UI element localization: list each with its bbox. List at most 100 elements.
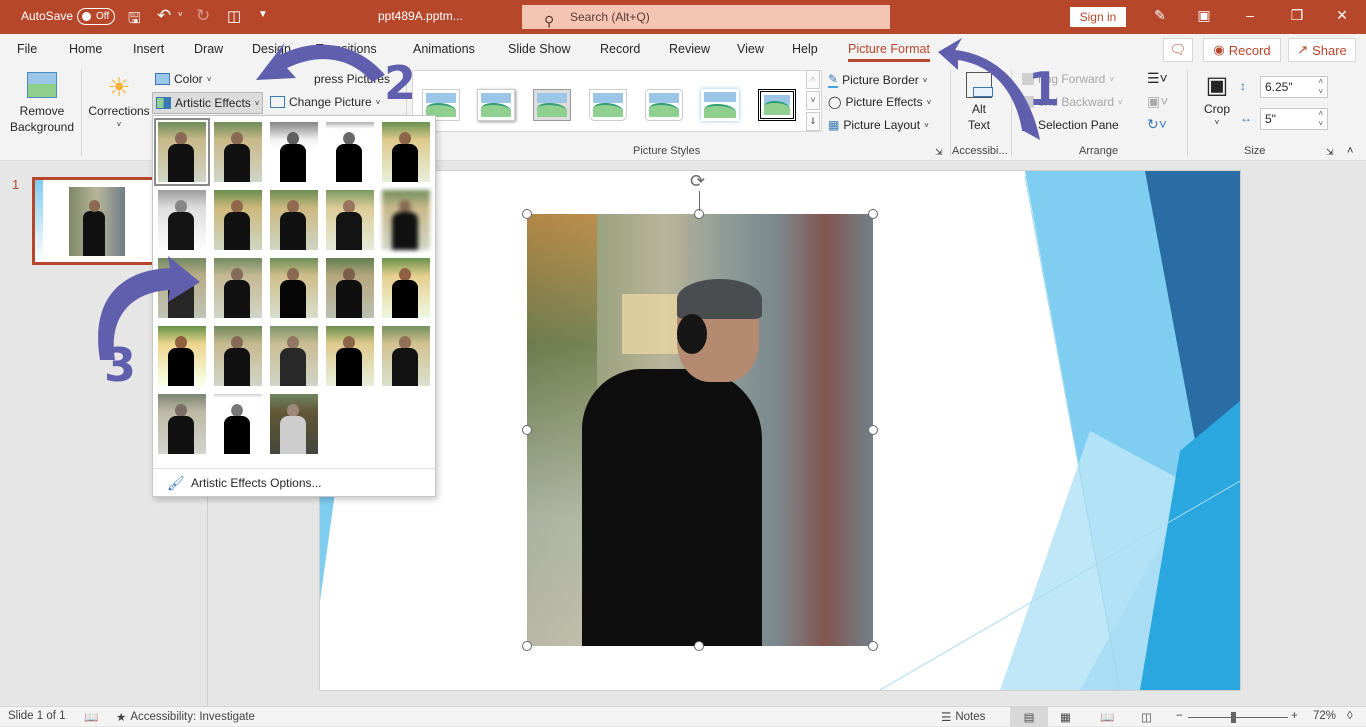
tab-review[interactable]: Review	[669, 42, 710, 56]
zoom-level[interactable]: 72%	[1313, 710, 1336, 722]
gallery-scroll-down[interactable]: ˅	[806, 91, 820, 110]
slide-sorter-icon[interactable]: ▦	[1060, 710, 1071, 724]
tab-file[interactable]: File	[17, 42, 37, 56]
resize-handle-nw[interactable]	[522, 209, 532, 219]
slide-thumbnail[interactable]	[32, 177, 158, 265]
selection-pane-button[interactable]: Selection Pane	[1022, 118, 1119, 132]
gallery-more[interactable]: ⇓	[806, 112, 820, 131]
designer-icon[interactable]: ✎	[1150, 7, 1170, 24]
tab-design[interactable]: Design	[252, 42, 291, 56]
artistic-effect-none[interactable]	[154, 118, 210, 186]
zoom-in-button[interactable]: +	[1291, 710, 1298, 722]
change-picture-button[interactable]: Change Picture ˅	[270, 95, 380, 109]
undo-dropdown-icon[interactable]: ˅	[178, 10, 183, 19]
zoom-slider-thumb[interactable]	[1231, 712, 1236, 723]
artistic-effects-button[interactable]: Artistic Effects ˅	[152, 92, 264, 114]
picture-border-button[interactable]: ✎ Picture Border ˅	[828, 72, 927, 88]
picture-effects-button[interactable]: ◯ Picture Effects ˅	[828, 95, 931, 109]
align-icon[interactable]: ☰˅	[1147, 70, 1168, 87]
tab-transitions[interactable]: Transitions	[316, 42, 377, 56]
accessibility-checker[interactable]: ★ Accessibility: Investigate	[116, 710, 255, 724]
width-spinner[interactable]: ˄ ˅	[1318, 109, 1323, 129]
picture-style-thumb[interactable]	[701, 89, 739, 121]
artistic-effect-paint-brush[interactable]	[270, 190, 318, 250]
tab-draw[interactable]: Draw	[194, 42, 223, 56]
artistic-effect-glow-edges[interactable]	[270, 394, 318, 454]
artistic-effect-pencil-grayscale[interactable]	[270, 122, 318, 182]
reading-view-icon[interactable]: 📖	[1100, 710, 1114, 724]
artistic-effect-plastic-wrap[interactable]	[382, 326, 430, 386]
resize-handle-se[interactable]	[868, 641, 878, 651]
artistic-effect-crisscross-etching[interactable]	[270, 326, 318, 386]
artistic-effect-photocopy[interactable]	[214, 394, 262, 454]
sign-in-button[interactable]: Sign in	[1070, 7, 1126, 27]
artistic-effects-options-button[interactable]: 🖌 Artistic Effects Options...	[153, 468, 435, 494]
restore-icon[interactable]: ❐	[1287, 7, 1307, 24]
artistic-effect-cutout[interactable]	[158, 394, 206, 454]
rotate-icon[interactable]: ↻˅	[1147, 116, 1167, 133]
artistic-effect-blur[interactable]	[382, 190, 430, 250]
artistic-effect-pencil-sketch[interactable]	[326, 122, 374, 182]
resize-handle-sw[interactable]	[522, 641, 532, 651]
artistic-effect-glass[interactable]	[382, 258, 430, 318]
tab-help[interactable]: Help	[792, 42, 818, 56]
collapse-ribbon-icon[interactable]: ˄	[1347, 145, 1353, 157]
normal-view-icon[interactable]: ▤	[1010, 707, 1048, 727]
alt-text-button[interactable]: Alt Text	[958, 72, 1000, 132]
artistic-effect-watercolor-sponge[interactable]	[214, 258, 262, 318]
artistic-effect-chalk-sketch[interactable]	[158, 190, 206, 250]
autosave-toggle[interactable]: Off	[77, 8, 115, 25]
save-icon[interactable]: 🖫	[128, 8, 141, 33]
artistic-effect-cement[interactable]	[158, 326, 206, 386]
shape-height-input[interactable]: 6.25" ˄ ˅	[1260, 76, 1328, 98]
tab-picture-format[interactable]: Picture Format	[848, 42, 930, 62]
artistic-effect-pastels-smooth[interactable]	[326, 326, 374, 386]
zoom-slider-track[interactable]	[1188, 717, 1288, 718]
shape-width-input[interactable]: 5" ˄ ˅	[1260, 108, 1328, 130]
picture-style-thumb[interactable]	[758, 89, 796, 121]
ribbon-display-options-icon[interactable]: ▣	[1194, 7, 1214, 24]
height-spinner[interactable]: ˄ ˅	[1318, 77, 1323, 97]
picture-style-thumb[interactable]	[589, 89, 627, 121]
slide-canvas[interactable]: ⟳	[320, 171, 1240, 690]
tab-home[interactable]: Home	[69, 42, 102, 56]
undo-icon[interactable]: ↶	[157, 6, 171, 26]
artistic-effect-texturizer[interactable]	[214, 326, 262, 386]
rotate-handle-icon[interactable]: ⟳	[690, 171, 705, 192]
compress-pictures-button[interactable]: press Pictures	[314, 72, 390, 86]
artistic-effect-mosaic-bubbles[interactable]	[326, 258, 374, 318]
resize-handle-e[interactable]	[868, 425, 878, 435]
notes-button[interactable]: ☰ Notes	[941, 710, 985, 724]
tab-insert[interactable]: Insert	[133, 42, 164, 56]
dialog-launcher-icon[interactable]: ⇲	[935, 147, 943, 158]
present-from-start-icon[interactable]: ◫	[227, 7, 241, 25]
artistic-effect-paint-strokes[interactable]	[214, 190, 262, 250]
selected-picture[interactable]	[527, 214, 873, 646]
share-button[interactable]: ↗ Share	[1288, 38, 1356, 62]
resize-handle-s[interactable]	[694, 641, 704, 651]
artistic-effect-line-drawing[interactable]	[382, 122, 430, 182]
record-button[interactable]: ◉ Record	[1203, 38, 1281, 62]
zoom-out-button[interactable]: −	[1176, 710, 1183, 722]
tab-animations[interactable]: Animations	[413, 42, 475, 56]
minimize-icon[interactable]: –	[1240, 7, 1260, 23]
artistic-effect-glow-diffused[interactable]	[326, 190, 374, 250]
remove-background-button[interactable]: Remove Background	[10, 72, 74, 134]
gallery-scroll-up[interactable]: ˄	[806, 70, 820, 89]
artistic-effect-marker[interactable]	[214, 122, 262, 182]
resize-handle-ne[interactable]	[868, 209, 878, 219]
picture-style-thumb[interactable]	[645, 89, 683, 121]
slide-show-icon[interactable]: ◫	[1141, 710, 1152, 724]
tab-slide-show[interactable]: Slide Show	[508, 42, 571, 56]
artistic-effect-light-screen[interactable]	[158, 258, 206, 318]
artistic-effect-film-grain[interactable]	[270, 258, 318, 318]
corrections-button[interactable]: ☀ Corrections ˅	[86, 72, 152, 129]
customize-qat-icon[interactable]: ▼	[258, 9, 268, 20]
comments-button[interactable]: 🗨	[1163, 38, 1193, 62]
close-icon[interactable]: ✕	[1332, 7, 1352, 24]
tab-record[interactable]: Record	[600, 42, 640, 56]
picture-layout-button[interactable]: ▦ Picture Layout ˅	[828, 118, 929, 132]
color-button[interactable]: Color ˅	[155, 72, 211, 86]
spell-check-icon[interactable]: 📖	[84, 710, 98, 724]
picture-style-thumb[interactable]	[533, 89, 571, 121]
